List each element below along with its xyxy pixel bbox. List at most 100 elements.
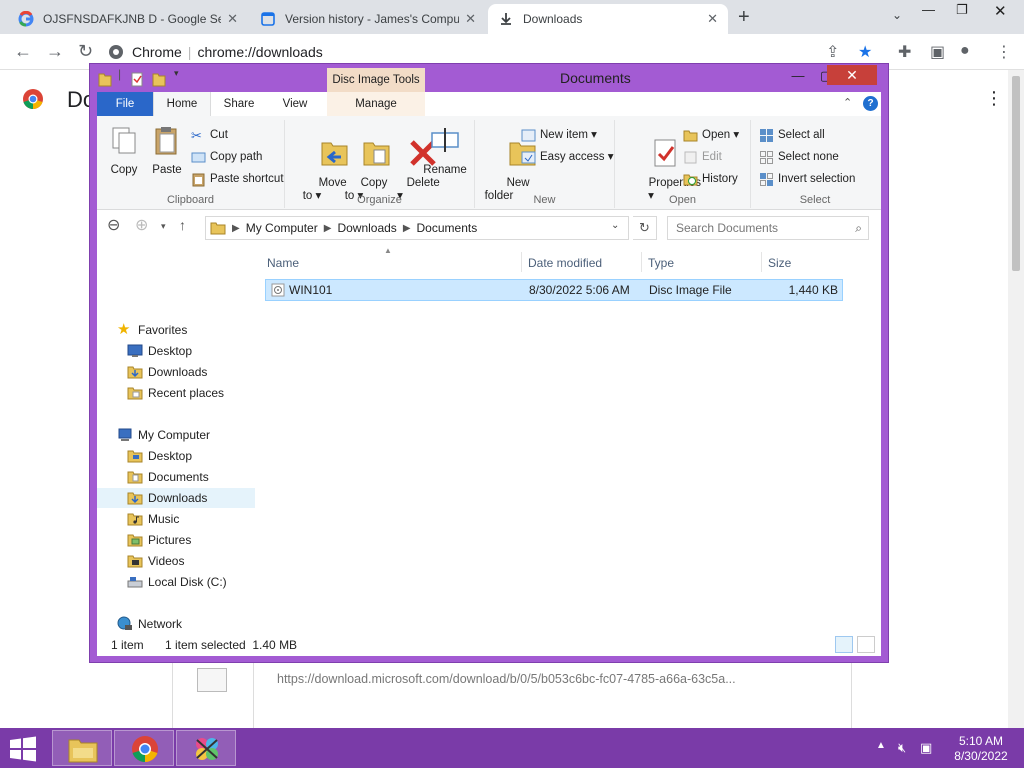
close-window-button[interactable]: ✕ (827, 65, 877, 85)
breadcrumb-my-computer[interactable]: My Computer (246, 221, 318, 235)
breadcrumb-chevron-icon[interactable]: ▶ (232, 223, 240, 234)
large-icons-view-icon[interactable] (857, 636, 875, 653)
close-icon[interactable]: ✕ (227, 11, 238, 27)
table-row[interactable]: WIN101 8/30/2022 5:06 AM Disc Image File… (265, 279, 843, 301)
clock[interactable]: 5:10 AM 8/30/2022 (946, 734, 1016, 764)
nav-label: Favorites (138, 323, 188, 337)
tab-search-icon[interactable]: ⌄ (892, 8, 902, 22)
nav-favorites-desktop[interactable]: Desktop (97, 341, 255, 361)
copy-button[interactable]: Copy (103, 124, 145, 177)
select-all-button[interactable]: Select all (759, 126, 825, 144)
history-button[interactable]: History (683, 170, 738, 188)
column-header-size[interactable]: Size (768, 256, 791, 270)
new-folder-icon[interactable] (152, 71, 166, 87)
search-icon[interactable]: ⌕ (855, 217, 862, 239)
properties-icon[interactable] (130, 71, 144, 87)
extensions-icon[interactable]: ✚ (898, 42, 911, 62)
page-menu-icon[interactable]: ⋮ (985, 88, 1003, 109)
windows-start-icon[interactable] (8, 736, 38, 762)
column-header-date[interactable]: Date modified (528, 256, 602, 270)
forward-icon[interactable]: ⊕ (135, 215, 148, 235)
easy-access-button[interactable]: Easy access ▾ (521, 148, 614, 166)
nav-my-computer[interactable]: My Computer (97, 425, 255, 445)
breadcrumb-chevron-icon[interactable]: ▶ (403, 223, 411, 234)
nav-computer-downloads[interactable]: Downloads (97, 488, 255, 508)
column-divider[interactable] (641, 252, 642, 272)
reload-icon[interactable]: ↻ (78, 41, 93, 62)
tab-version-history[interactable]: Version history - James's Comput ✕ (250, 4, 486, 34)
tab-manage[interactable]: Manage (327, 92, 425, 116)
nav-computer-videos[interactable]: Videos (97, 551, 255, 571)
nav-favorites-recent-places[interactable]: Recent places (97, 383, 255, 403)
copy-path-button[interactable]: Copy path (191, 148, 262, 166)
page-scrollbar[interactable] (1008, 70, 1024, 728)
nav-computer-music[interactable]: Music (97, 509, 255, 529)
nav-computer-pictures[interactable]: Pictures (97, 530, 255, 550)
recent-locations-icon[interactable]: ▾ (161, 221, 166, 232)
up-arrow-icon[interactable]: ↑ (179, 217, 186, 233)
nav-favorites[interactable]: ★ Favorites (97, 320, 255, 340)
forward-icon[interactable]: → (46, 41, 64, 62)
cut-button[interactable]: ✂ Cut (191, 126, 228, 144)
tab-home[interactable]: Home (153, 92, 211, 116)
taskbar-file-explorer[interactable] (52, 730, 112, 766)
details-view-icon[interactable] (835, 636, 853, 653)
download-url[interactable]: https://download.microsoft.com/download/… (277, 672, 736, 686)
column-header-type[interactable]: Type (648, 256, 674, 270)
url-text[interactable]: chrome://downloads (197, 44, 322, 60)
edit-button[interactable]: Edit (683, 148, 722, 166)
open-button[interactable]: Open ▾ (683, 126, 739, 144)
show-hidden-icons-icon[interactable]: ▲ (876, 740, 886, 751)
invert-selection-button[interactable]: Invert selection (759, 170, 855, 188)
back-icon[interactable]: ← (14, 41, 32, 62)
address-dropdown-icon[interactable]: ⌄ (611, 220, 619, 231)
omnibox[interactable]: Chrome | chrome://downloads (108, 38, 888, 66)
tab-share[interactable]: Share (217, 92, 261, 116)
paste-shortcut-button[interactable]: Paste shortcut (191, 170, 284, 188)
scrollbar-thumb[interactable] (1012, 76, 1020, 271)
collapse-ribbon-icon[interactable]: ⌃ (843, 96, 852, 109)
side-panel-icon[interactable]: ▣ (930, 42, 945, 62)
breadcrumb-downloads[interactable]: Downloads (337, 221, 396, 235)
close-icon[interactable]: ✕ (707, 11, 718, 27)
tab-file[interactable]: File (97, 92, 153, 116)
tab-downloads[interactable]: Downloads ✕ (488, 4, 728, 34)
breadcrumb-documents[interactable]: Documents (417, 221, 478, 235)
profile-avatar-icon[interactable]: ● (960, 42, 970, 60)
network-tray-icon[interactable]: ▣ (920, 740, 932, 756)
new-item-button[interactable]: New item ▾ (521, 126, 597, 144)
minimize-icon[interactable]: — (784, 67, 812, 85)
volume-muted-icon[interactable]: 🔇︎ (898, 740, 906, 756)
column-header-name[interactable]: Name (267, 256, 299, 270)
customize-quick-access-icon[interactable]: ▾ (174, 68, 179, 79)
nav-computer-local-disk[interactable]: Local Disk (C:) (97, 572, 255, 592)
column-divider[interactable] (761, 252, 762, 272)
nav-favorites-downloads[interactable]: Downloads (97, 362, 255, 382)
explorer-title-bar[interactable]: | ▾ Disc Image Tools Documents — ▢ ✕ (90, 64, 888, 92)
back-icon[interactable]: ⊖ (107, 215, 120, 235)
breadcrumb-chevron-icon[interactable]: ▶ (324, 223, 332, 234)
column-divider[interactable] (521, 252, 522, 272)
address-bar[interactable]: ▶ My Computer ▶ Downloads ▶ Documents (205, 216, 629, 240)
close-icon[interactable]: ✕ (465, 11, 476, 27)
refresh-icon[interactable]: ↻ (633, 216, 657, 240)
taskbar-app[interactable] (176, 730, 236, 766)
minimize-icon[interactable]: — (922, 2, 935, 17)
bookmark-star-icon[interactable]: ★ (858, 42, 872, 62)
restore-icon[interactable]: ❐ (956, 2, 968, 18)
tab-google-search[interactable]: OJSFNSDAFKJNB D - Google Sea ✕ (8, 4, 248, 34)
tab-view[interactable]: View (269, 92, 321, 116)
nav-computer-desktop[interactable]: Desktop (97, 446, 255, 466)
new-tab-button[interactable]: + (738, 6, 750, 29)
chrome-menu-icon[interactable]: ⋮ (996, 42, 1012, 62)
search-input[interactable]: Search Documents ⌕ (667, 216, 869, 240)
taskbar-chrome[interactable] (114, 730, 174, 766)
help-icon[interactable]: ? (863, 96, 878, 111)
nav-network[interactable]: Network (97, 614, 255, 634)
paste-button[interactable]: Paste (147, 124, 187, 177)
nav-computer-documents[interactable]: Documents (97, 467, 255, 487)
close-window-icon[interactable]: ✕ (994, 2, 1007, 20)
select-none-button[interactable]: Select none (759, 148, 839, 166)
share-icon[interactable]: ⇪ (826, 42, 839, 62)
rename-button[interactable]: Rename (423, 124, 467, 177)
